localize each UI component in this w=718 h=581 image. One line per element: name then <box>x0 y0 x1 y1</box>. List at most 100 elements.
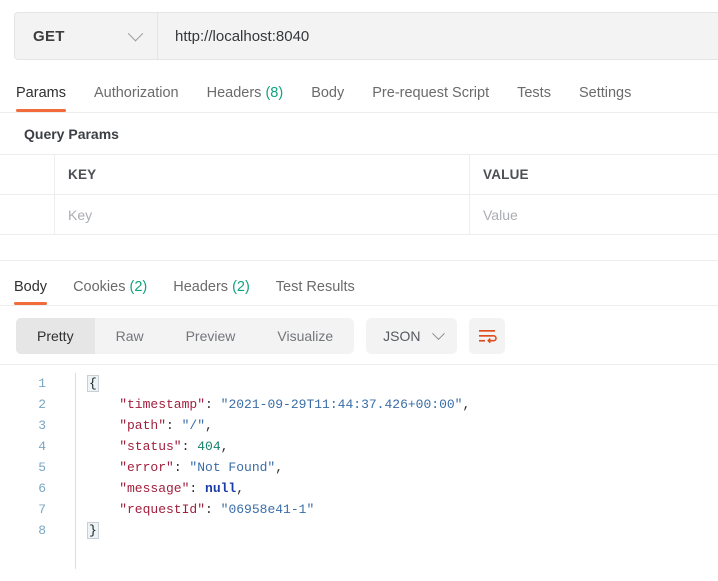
param-value-placeholder: Value <box>483 206 518 223</box>
line-number: 3 <box>38 418 46 433</box>
line-number: 5 <box>38 460 46 475</box>
line-number: 4 <box>38 439 46 454</box>
query-params-table: KEY VALUE Key Value <box>0 154 718 261</box>
response-tab-cookies-count: (2) <box>129 279 148 295</box>
open-brace: { <box>87 375 99 392</box>
response-tabs: Body Cookies (2) Headers (2) Test Result… <box>0 269 718 305</box>
tab-tests-label: Tests <box>517 85 551 101</box>
tab-pre-request-script-label: Pre-request Script <box>372 85 490 101</box>
code-lines: { "timestamp": "2021-09-29T11:44:37.426+… <box>76 373 718 569</box>
line-number: 7 <box>38 502 46 517</box>
view-visualize-button[interactable]: Visualize <box>256 318 354 354</box>
json-key: "path" <box>119 418 167 433</box>
http-method-label: GET <box>33 27 65 45</box>
json-comma: , <box>205 418 213 433</box>
code-line-2: "timestamp": "2021-09-29T11:44:37.426+00… <box>119 397 471 412</box>
json-value: "/" <box>181 418 206 433</box>
response-tab-body-label: Body <box>14 279 48 295</box>
column-header-value: VALUE <box>470 155 718 194</box>
table-row: Key Value <box>0 195 718 235</box>
tab-headers[interactable]: Headers (8) <box>193 85 298 112</box>
line-number: 1 <box>38 376 46 391</box>
json-value: "06958e41-1" <box>220 502 315 517</box>
response-tab-cookies-label: Cookies <box>73 279 126 295</box>
column-header-key-label: KEY <box>68 167 97 182</box>
response-tab-headers-label: Headers <box>173 279 229 295</box>
json-comma: , <box>462 397 471 412</box>
select-all-checkbox-cell[interactable] <box>0 155 55 194</box>
response-tab-cookies[interactable]: Cookies (2) <box>60 279 160 305</box>
tab-tests[interactable]: Tests <box>503 85 565 112</box>
json-value: null <box>205 481 237 496</box>
code-line-4: "status": 404, <box>119 439 229 454</box>
response-format-select[interactable]: JSON <box>366 318 457 354</box>
code-line-6: "message": null, <box>119 481 245 496</box>
word-wrap-icon <box>478 330 497 344</box>
json-key: "error" <box>119 460 174 475</box>
tab-settings-label: Settings <box>578 85 632 101</box>
tab-authorization[interactable]: Authorization <box>80 85 193 112</box>
code-line-7: "requestId": "06958e41-1" <box>119 502 315 517</box>
tab-params-label: Params <box>16 85 66 101</box>
view-raw-button[interactable]: Raw <box>95 318 165 354</box>
json-key: "status" <box>119 439 182 454</box>
code-fold-gutter[interactable] <box>58 373 76 569</box>
json-comma: , <box>275 460 284 475</box>
view-pretty-label: Pretty <box>37 328 74 344</box>
tab-pre-request-script[interactable]: Pre-request Script <box>358 85 503 112</box>
postman-request-response-panel: GET http://localhost:8040 Params Authori… <box>0 12 718 581</box>
tab-body[interactable]: Body <box>297 85 358 112</box>
response-body-code-viewer[interactable]: 1 2 3 4 5 6 7 8 { "timestamp": "2021-09-… <box>0 364 718 569</box>
line-number: 8 <box>38 523 46 538</box>
param-key-input[interactable]: Key <box>55 195 470 234</box>
url-bar: GET http://localhost:8040 <box>14 12 718 60</box>
response-tab-test-results[interactable]: Test Results <box>263 279 368 305</box>
chevron-down-icon <box>431 326 445 340</box>
tab-authorization-label: Authorization <box>93 85 179 101</box>
json-value: "Not Found" <box>189 460 276 475</box>
tab-headers-label: Headers <box>206 85 262 101</box>
tab-headers-count: (8) <box>265 85 284 101</box>
response-tab-headers-count: (2) <box>232 279 250 295</box>
column-header-key: KEY <box>55 155 470 194</box>
request-url-input[interactable]: http://localhost:8040 <box>158 13 718 59</box>
code-line-5: "error": "Not Found", <box>119 460 284 475</box>
json-key: "timestamp" <box>119 397 206 412</box>
json-value: "2021-09-29T11:44:37.426+00:00" <box>220 397 463 412</box>
response-format-label: JSON <box>383 328 421 344</box>
query-params-title: Query Params <box>24 126 119 142</box>
view-raw-label: Raw <box>115 328 144 344</box>
json-key: "requestId" <box>119 502 206 517</box>
view-preview-label: Preview <box>185 328 236 344</box>
tab-body-label: Body <box>311 85 345 101</box>
line-number: 2 <box>38 397 46 412</box>
word-wrap-button[interactable] <box>468 318 505 354</box>
json-comma: , <box>220 439 229 454</box>
code-line-1: { <box>87 373 718 394</box>
tab-params[interactable]: Params <box>16 85 80 112</box>
view-visualize-label: Visualize <box>277 328 334 344</box>
response-tab-test-results-label: Test Results <box>275 279 355 295</box>
json-value: 404 <box>197 439 221 454</box>
close-brace: } <box>87 522 99 539</box>
param-key-placeholder: Key <box>68 206 93 223</box>
table-header-row: KEY VALUE <box>0 155 718 195</box>
code-line-3: "path": "/", <box>119 418 213 433</box>
line-number-gutter: 1 2 3 4 5 6 7 8 <box>0 373 58 569</box>
param-value-input[interactable]: Value <box>470 195 718 234</box>
code-line-8: } <box>87 520 718 541</box>
column-header-value-label: VALUE <box>483 167 529 182</box>
view-preview-button[interactable]: Preview <box>165 318 257 354</box>
request-tabs: Params Authorization Headers (8) Body Pr… <box>0 74 718 112</box>
response-tab-body[interactable]: Body <box>14 279 60 305</box>
params-table-filler <box>0 235 718 261</box>
line-number: 6 <box>38 481 46 496</box>
response-view-toolbar: Pretty Raw Preview Visualize JSON <box>0 306 718 364</box>
view-pretty-button[interactable]: Pretty <box>16 318 95 354</box>
tab-settings[interactable]: Settings <box>565 85 645 112</box>
row-checkbox-cell[interactable] <box>0 195 55 234</box>
json-key: "message" <box>119 481 190 496</box>
http-method-select[interactable]: GET <box>15 13 158 59</box>
response-tab-headers[interactable]: Headers (2) <box>160 279 263 305</box>
chevron-down-icon <box>127 25 144 41</box>
